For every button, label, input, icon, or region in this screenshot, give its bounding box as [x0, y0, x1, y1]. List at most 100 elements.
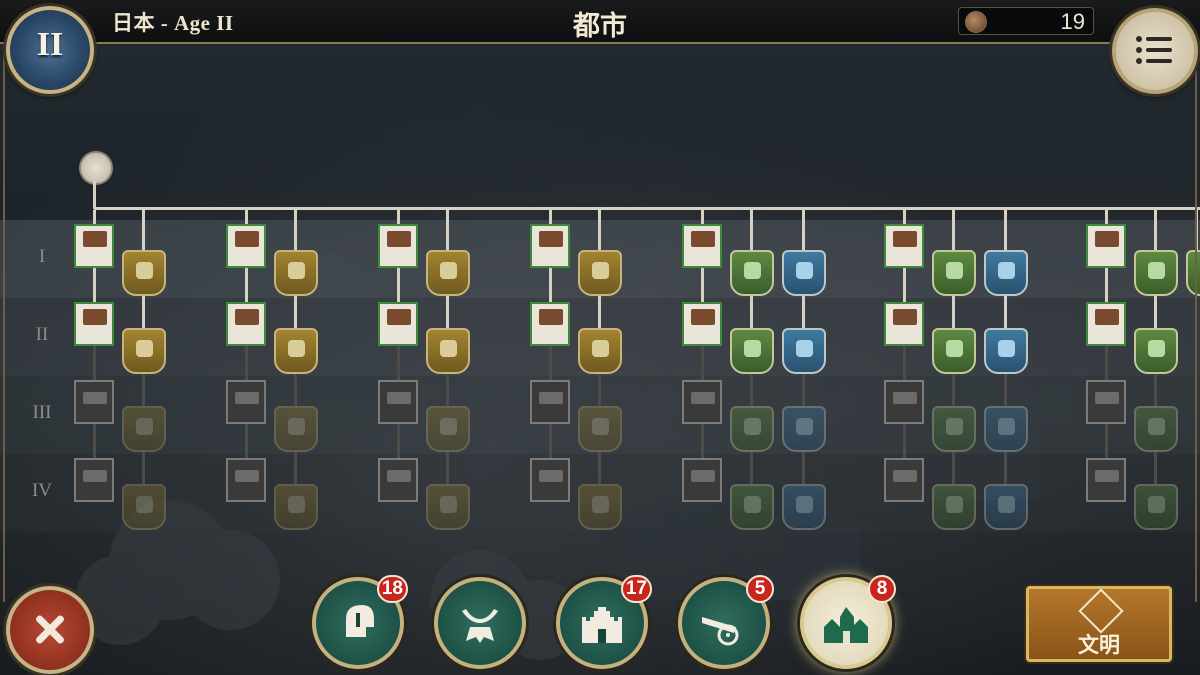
upgrade-icon [440, 496, 457, 513]
upgrade-gold-shield[interactable] [426, 406, 470, 452]
upgrade-gold-shield[interactable] [426, 250, 470, 296]
building-icon [83, 309, 107, 325]
category-infantry-button[interactable]: 18 [312, 575, 408, 669]
tree-connector [549, 268, 552, 302]
barracks-card[interactable] [682, 302, 722, 346]
upgrade-gold-shield[interactable] [426, 328, 470, 374]
upgrade-blue-shield[interactable] [984, 484, 1028, 530]
stable-card[interactable] [884, 458, 924, 502]
plantation-card[interactable] [530, 380, 570, 424]
upgrade-green-shield[interactable] [932, 250, 976, 296]
upgrade-gold-shield[interactable] [274, 250, 318, 296]
upgrade-gold-shield[interactable] [122, 484, 166, 530]
upgrade-green-shield[interactable] [932, 328, 976, 374]
age-badge[interactable]: II [6, 6, 94, 94]
tree-connector [294, 374, 297, 406]
market-card[interactable] [378, 380, 418, 424]
cannon-icon [702, 617, 739, 646]
artillery-card[interactable] [1086, 380, 1126, 424]
town-center-icon[interactable] [79, 151, 113, 185]
category-artillery-button[interactable]: 5 [678, 575, 774, 669]
tree-connector [1154, 296, 1157, 328]
upgrade-green-shield[interactable] [730, 328, 774, 374]
upgrade-blue-shield[interactable] [984, 406, 1028, 452]
building-icon [691, 392, 715, 404]
upgrade-icon [998, 262, 1015, 279]
stable-card[interactable] [884, 302, 924, 346]
tree-connector [245, 346, 248, 380]
upgrade-blue-shield[interactable] [782, 484, 826, 530]
upgrade-blue-shield[interactable] [782, 328, 826, 374]
mill-card[interactable] [226, 458, 266, 502]
upgrade-green-shield[interactable] [730, 250, 774, 296]
civilization-button[interactable]: 文明 [1026, 586, 1172, 662]
stable-card[interactable] [884, 224, 924, 268]
stable-card[interactable] [884, 380, 924, 424]
upgrade-blue-shield[interactable] [782, 250, 826, 296]
barracks-card[interactable] [682, 224, 722, 268]
upgrade-gold-shield[interactable] [274, 328, 318, 374]
tree-connector [952, 296, 955, 328]
upgrade-blue-shield[interactable] [984, 250, 1028, 296]
upgrade-gold-shield[interactable] [274, 406, 318, 452]
building-icon [387, 231, 411, 247]
upgrade-green-shield[interactable] [1134, 406, 1178, 452]
close-button[interactable] [6, 586, 94, 674]
plantation-card[interactable] [530, 302, 570, 346]
upgrade-gold-shield[interactable] [578, 406, 622, 452]
barracks-card[interactable] [682, 458, 722, 502]
barracks-card[interactable] [682, 380, 722, 424]
house-card[interactable] [74, 224, 114, 268]
menu-button[interactable] [1112, 8, 1198, 94]
upgrade-gold-shield[interactable] [122, 328, 166, 374]
mill-card[interactable] [226, 302, 266, 346]
upgrade-gold-shield[interactable] [578, 484, 622, 530]
category-city-button[interactable]: 8 [800, 575, 896, 669]
market-card[interactable] [378, 302, 418, 346]
plantation-card[interactable] [530, 458, 570, 502]
building-icon [235, 231, 259, 247]
mill-card[interactable] [226, 380, 266, 424]
house-card[interactable] [74, 302, 114, 346]
market-card[interactable] [378, 458, 418, 502]
upgrade-green-shield[interactable] [1134, 484, 1178, 530]
upgrade-gold-shield[interactable] [122, 250, 166, 296]
upgrade-green-shield[interactable] [1134, 328, 1178, 374]
building-icon [83, 231, 107, 247]
tree-connector [1154, 374, 1157, 406]
upgrade-green-shield[interactable] [730, 406, 774, 452]
category-cavalry-button[interactable] [434, 577, 526, 669]
tree-connector [750, 374, 753, 406]
tree-connector [952, 452, 955, 484]
upgrade-icon [592, 340, 609, 357]
upgrade-blue-shield[interactable] [984, 328, 1028, 374]
castle-icon [582, 607, 622, 643]
market-card[interactable] [378, 224, 418, 268]
building-icon [235, 470, 259, 482]
tree-connector [294, 452, 297, 484]
tree-connector [93, 210, 96, 224]
tree-connector [903, 346, 906, 380]
upgrade-green-shield[interactable] [730, 484, 774, 530]
artillery-card[interactable] [1086, 458, 1126, 502]
tree-connector [245, 268, 248, 302]
category-fortress-button[interactable]: 17 [556, 575, 652, 669]
house-card[interactable] [74, 458, 114, 502]
upgrade-green-shield[interactable] [932, 484, 976, 530]
tree-connector [446, 452, 449, 484]
upgrade-gold-shield[interactable] [274, 484, 318, 530]
upgrade-green-shield[interactable] [932, 406, 976, 452]
artillery-card[interactable] [1086, 224, 1126, 268]
plantation-card[interactable] [530, 224, 570, 268]
house-card[interactable] [74, 380, 114, 424]
artillery-card[interactable] [1086, 302, 1126, 346]
upgrade-green-shield[interactable] [1186, 250, 1200, 296]
mill-card[interactable] [226, 224, 266, 268]
upgrade-gold-shield[interactable] [578, 250, 622, 296]
upgrade-gold-shield[interactable] [122, 406, 166, 452]
upgrade-gold-shield[interactable] [578, 328, 622, 374]
frame-right [1195, 42, 1197, 602]
upgrade-blue-shield[interactable] [782, 406, 826, 452]
upgrade-green-shield[interactable] [1134, 250, 1178, 296]
upgrade-gold-shield[interactable] [426, 484, 470, 530]
